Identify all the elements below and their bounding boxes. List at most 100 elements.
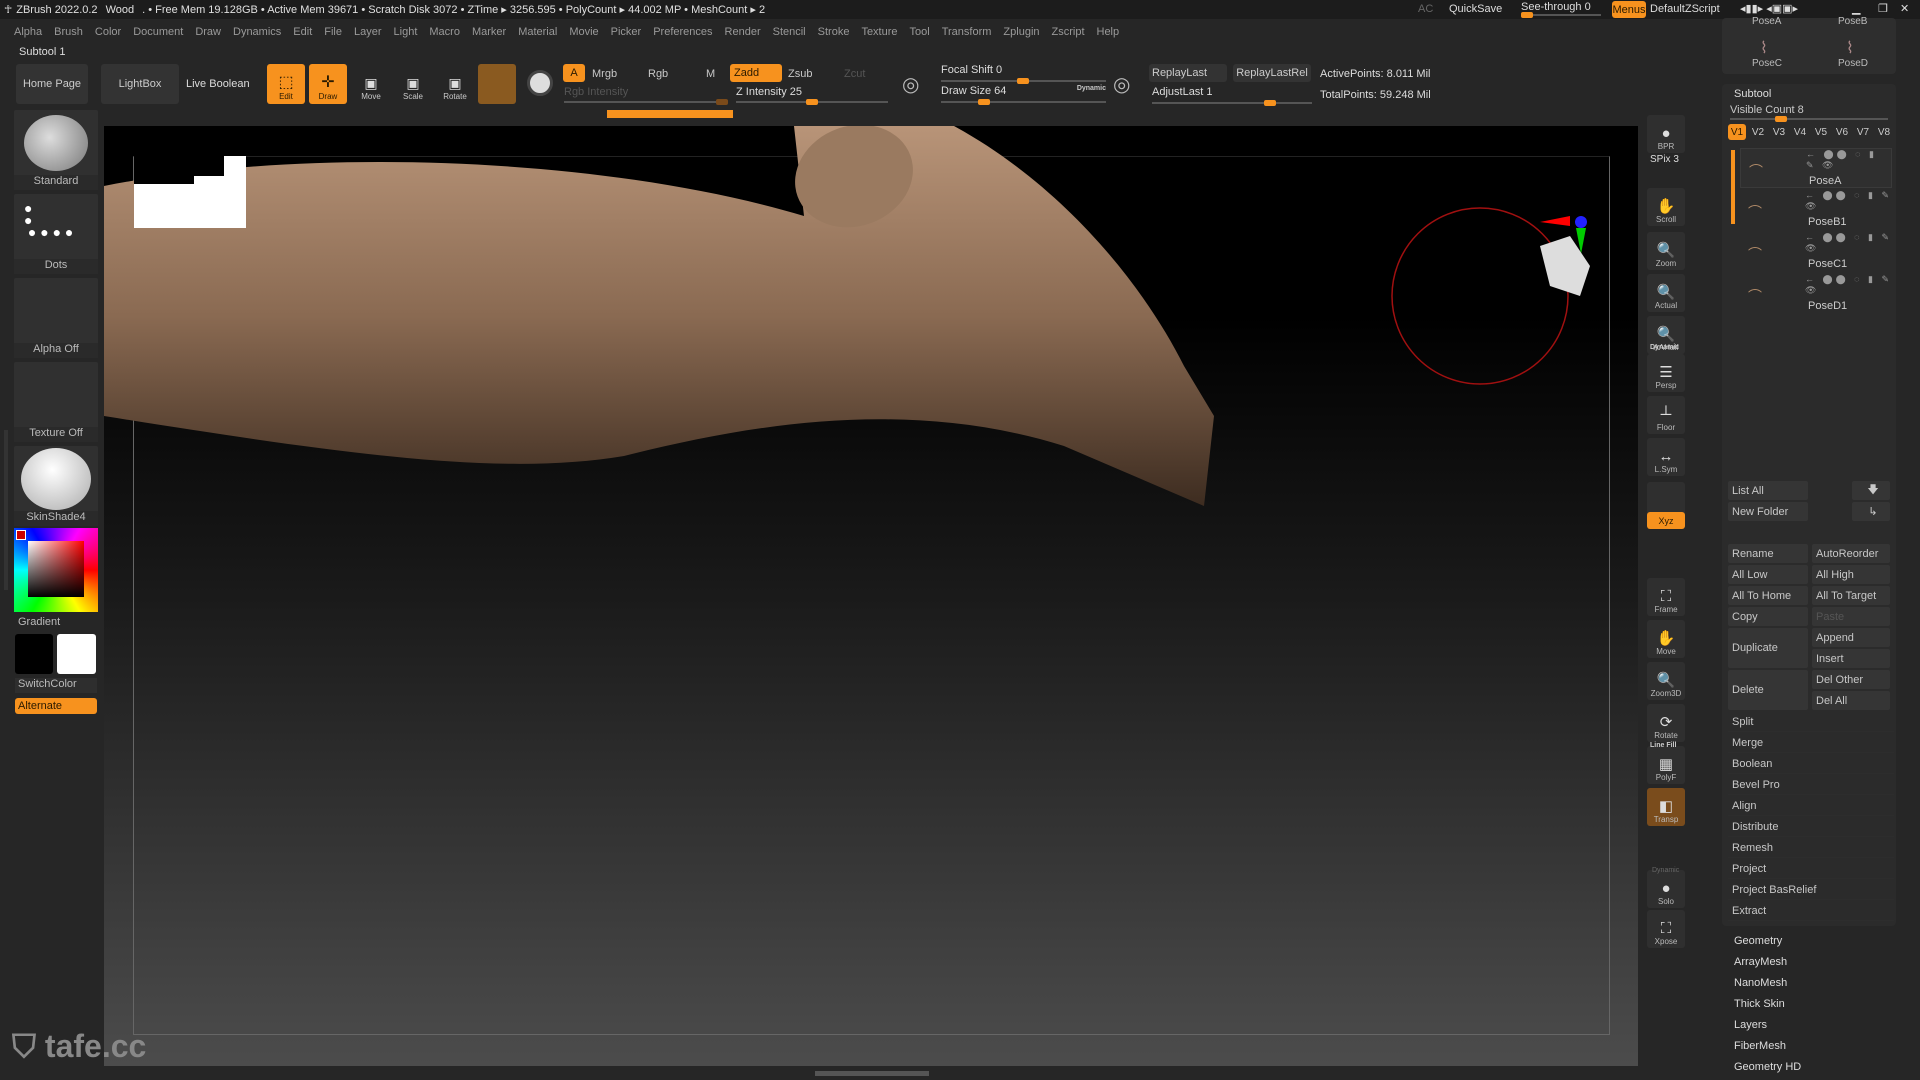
menu-picker[interactable]: Picker xyxy=(611,26,642,38)
home-page-button[interactable]: Home Page xyxy=(16,64,88,104)
del-all-button[interactable]: Del All xyxy=(1812,691,1890,710)
material-selector[interactable]: SkinShade4 xyxy=(14,446,98,526)
align-button[interactable]: Align xyxy=(1728,796,1894,816)
right-tool-l-sym[interactable]: ↔ L.Sym xyxy=(1647,438,1685,476)
pose-poseb[interactable]: PoseB xyxy=(1838,16,1867,27)
right-tool-polyf[interactable]: ▦ PolyF xyxy=(1647,746,1685,784)
menu-zplugin[interactable]: Zplugin xyxy=(1003,26,1039,38)
section-arraymesh[interactable]: ArrayMesh xyxy=(1734,956,1787,968)
draw-button[interactable]: ✛ Draw xyxy=(309,64,347,104)
right-tool-frame[interactable]: ⛶ Frame xyxy=(1647,578,1685,616)
right-tool-scroll[interactable]: ✋ Scroll xyxy=(1647,188,1685,226)
brush-selector[interactable]: Standard xyxy=(14,110,98,190)
texture-selector[interactable]: Texture Off xyxy=(14,362,98,442)
merge-button[interactable]: Merge xyxy=(1728,733,1894,753)
lightbox-button[interactable]: LightBox xyxy=(101,64,179,104)
autoreorder-button[interactable]: AutoReorder xyxy=(1812,544,1890,563)
live-boolean-button[interactable]: Live Boolean xyxy=(186,78,250,90)
menu-marker[interactable]: Marker xyxy=(472,26,506,38)
m-toggle[interactable]: M xyxy=(706,68,715,80)
move-down-icon[interactable]: 🡇 xyxy=(1852,481,1890,500)
menu-texture[interactable]: Texture xyxy=(861,26,897,38)
copy-button[interactable]: Copy xyxy=(1728,607,1808,626)
menu-color[interactable]: Color xyxy=(95,26,121,38)
right-tool-solo[interactable]: ● Solo xyxy=(1647,870,1685,908)
scale-button[interactable]: ▣ Scale xyxy=(394,64,432,104)
subtool-controls-icon[interactable]: ← ⬤⬤ ◌ ▮ ✎ 👁 xyxy=(1806,149,1891,171)
right-tool-move[interactable]: ✋ Move xyxy=(1647,620,1685,658)
sculpt-mode-icon[interactable] xyxy=(478,64,516,104)
menu-draw[interactable]: Draw xyxy=(195,26,221,38)
menu-alpha[interactable]: Alpha xyxy=(14,26,42,38)
xyz-symmetry-toggle[interactable]: Xyz xyxy=(1647,512,1685,529)
menu-help[interactable]: Help xyxy=(1097,26,1120,38)
quicksave-button[interactable]: QuickSave xyxy=(1449,3,1502,15)
visible-count-slider[interactable]: Visible Count 8 xyxy=(1730,104,1888,122)
all-low-button[interactable]: All Low xyxy=(1728,565,1808,584)
viewport-canvas[interactable] xyxy=(104,126,1638,1066)
pose-posec[interactable]: PoseC xyxy=(1752,58,1782,69)
version-v4[interactable]: V4 xyxy=(1791,124,1809,140)
restore-icon[interactable]: ❐ xyxy=(1878,2,1888,15)
bottom-tray-handle[interactable] xyxy=(815,1071,929,1076)
subtool-item[interactable]: ⌒ ← ⬤⬤ ◌ ▮ ✎ 👁 PoseA xyxy=(1740,148,1892,188)
section-thick-skin[interactable]: Thick Skin xyxy=(1734,998,1785,1010)
primary-color-swatch[interactable] xyxy=(15,634,53,674)
version-v8[interactable]: V8 xyxy=(1875,124,1893,140)
version-v7[interactable]: V7 xyxy=(1854,124,1872,140)
right-tool-actual[interactable]: 🔍 Actual xyxy=(1647,274,1685,312)
del-other-button[interactable]: Del Other xyxy=(1812,670,1890,689)
right-tool-zoom3d[interactable]: 🔍 Zoom3D xyxy=(1647,662,1685,700)
alternate-toggle[interactable]: Alternate xyxy=(15,698,97,714)
distribute-button[interactable]: Distribute xyxy=(1728,817,1894,837)
stroke-selector[interactable]: ● ● ● ● ● ● Dots xyxy=(14,194,98,274)
mrgb-toggle[interactable]: Mrgb xyxy=(592,68,617,80)
menu-layer[interactable]: Layer xyxy=(354,26,382,38)
menu-movie[interactable]: Movie xyxy=(569,26,598,38)
menus-toggle[interactable]: Menus xyxy=(1612,1,1646,18)
dynamic-toggle[interactable]: Dynamic xyxy=(1077,85,1106,92)
rgb-toggle[interactable]: Rgb xyxy=(648,68,668,80)
boolean-button[interactable]: Boolean xyxy=(1728,754,1894,774)
menu-stroke[interactable]: Stroke xyxy=(818,26,850,38)
paste-button[interactable]: Paste xyxy=(1812,607,1890,626)
version-v3[interactable]: V3 xyxy=(1770,124,1788,140)
replay-last-rel-button[interactable]: ReplayLastRel xyxy=(1233,64,1311,82)
subtool-controls-icon[interactable]: ← ⬤⬤ ◌ ▮ ✎ 👁 xyxy=(1805,274,1892,296)
remesh-button[interactable]: Remesh xyxy=(1728,838,1894,858)
version-v5[interactable]: V5 xyxy=(1812,124,1830,140)
section-nanomesh[interactable]: NanoMesh xyxy=(1734,977,1787,989)
gradient-toggle[interactable]: Gradient xyxy=(18,616,60,628)
delete-button[interactable]: Delete xyxy=(1728,670,1808,710)
edit-button[interactable]: ⬚ Edit xyxy=(267,64,305,104)
switch-color-button[interactable]: SwitchColor xyxy=(15,678,97,693)
version-v1[interactable]: V1 xyxy=(1728,124,1746,140)
version-v2[interactable]: V2 xyxy=(1749,124,1767,140)
move-button[interactable]: ▣ Move xyxy=(352,64,390,104)
split-button[interactable]: Split xyxy=(1728,712,1894,732)
menu-tool[interactable]: Tool xyxy=(910,26,930,38)
rename-button[interactable]: Rename xyxy=(1728,544,1808,563)
zadd-toggle[interactable]: Zadd xyxy=(730,64,782,82)
all-to-home-button[interactable]: All To Home xyxy=(1728,586,1808,605)
right-tool-bpr[interactable]: ● BPR xyxy=(1647,115,1685,153)
color-picker[interactable] xyxy=(14,528,98,612)
rgb-intensity-slider[interactable]: Rgb Intensity xyxy=(564,86,728,105)
layout-arrows-icon[interactable]: ◂▮▮▸ ◂▣▣▸ xyxy=(1740,2,1798,15)
z-intensity-slider[interactable]: Z Intensity 25 xyxy=(736,86,888,105)
adjust-last-slider[interactable]: AdjustLast 1 xyxy=(1152,86,1312,106)
project-basrelief-button[interactable]: Project BasRelief xyxy=(1728,880,1894,900)
version-v6[interactable]: V6 xyxy=(1833,124,1851,140)
duplicate-button[interactable]: Duplicate xyxy=(1728,628,1808,668)
menu-dynamics[interactable]: Dynamics xyxy=(233,26,281,38)
lazy-mouse-icon[interactable]: ◎ xyxy=(1113,72,1130,97)
menu-document[interactable]: Document xyxy=(133,26,183,38)
extract-button[interactable]: Extract xyxy=(1728,901,1894,921)
menu-edit[interactable]: Edit xyxy=(293,26,312,38)
menu-brush[interactable]: Brush xyxy=(54,26,83,38)
pose-posed[interactable]: PoseD xyxy=(1838,58,1868,69)
menu-light[interactable]: Light xyxy=(394,26,418,38)
spix-slider[interactable]: SPix 3 xyxy=(1650,154,1684,165)
subtool-item[interactable]: ⌒ ← ⬤⬤ ◌ ▮ ✎ 👁 PoseD1 xyxy=(1740,274,1892,314)
pose-posea[interactable]: PoseA xyxy=(1752,16,1781,27)
